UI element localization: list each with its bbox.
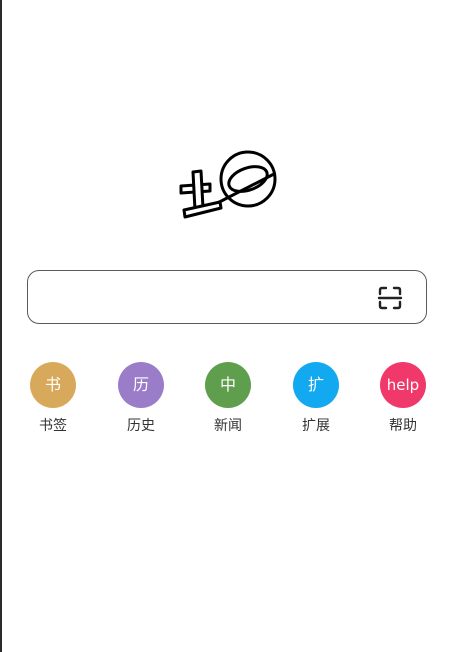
shortcut-bookmarks[interactable]: 书 书签 <box>23 362 83 435</box>
search-input[interactable] <box>27 270 427 324</box>
news-icon: 中 <box>205 362 251 408</box>
scan-icon[interactable] <box>376 284 404 312</box>
shortcut-label-news: 新闻 <box>214 418 242 434</box>
shortcut-help[interactable]: help 帮助 <box>373 362 433 435</box>
bookmarks-icon: 书 <box>30 362 76 408</box>
window-left-edge <box>0 0 2 652</box>
shortcut-label-history: 历史 <box>127 418 155 434</box>
shortcut-label-extensions: 扩展 <box>302 418 330 434</box>
shortcut-history[interactable]: 历 历史 <box>111 362 171 435</box>
shortcut-label-bookmarks: 书签 <box>39 418 67 434</box>
shortcut-label-help: 帮助 <box>389 418 417 434</box>
help-icon: help <box>380 362 426 408</box>
browser-logo-icon <box>176 144 280 222</box>
history-icon: 历 <box>118 362 164 408</box>
shortcut-news[interactable]: 中 新闻 <box>198 362 258 435</box>
extensions-icon: 扩 <box>293 362 339 408</box>
shortcut-extensions[interactable]: 扩 扩展 <box>286 362 346 435</box>
shortcut-grid: 书 书签 历 历史 中 新闻 扩 扩展 help 帮助 <box>0 362 452 442</box>
